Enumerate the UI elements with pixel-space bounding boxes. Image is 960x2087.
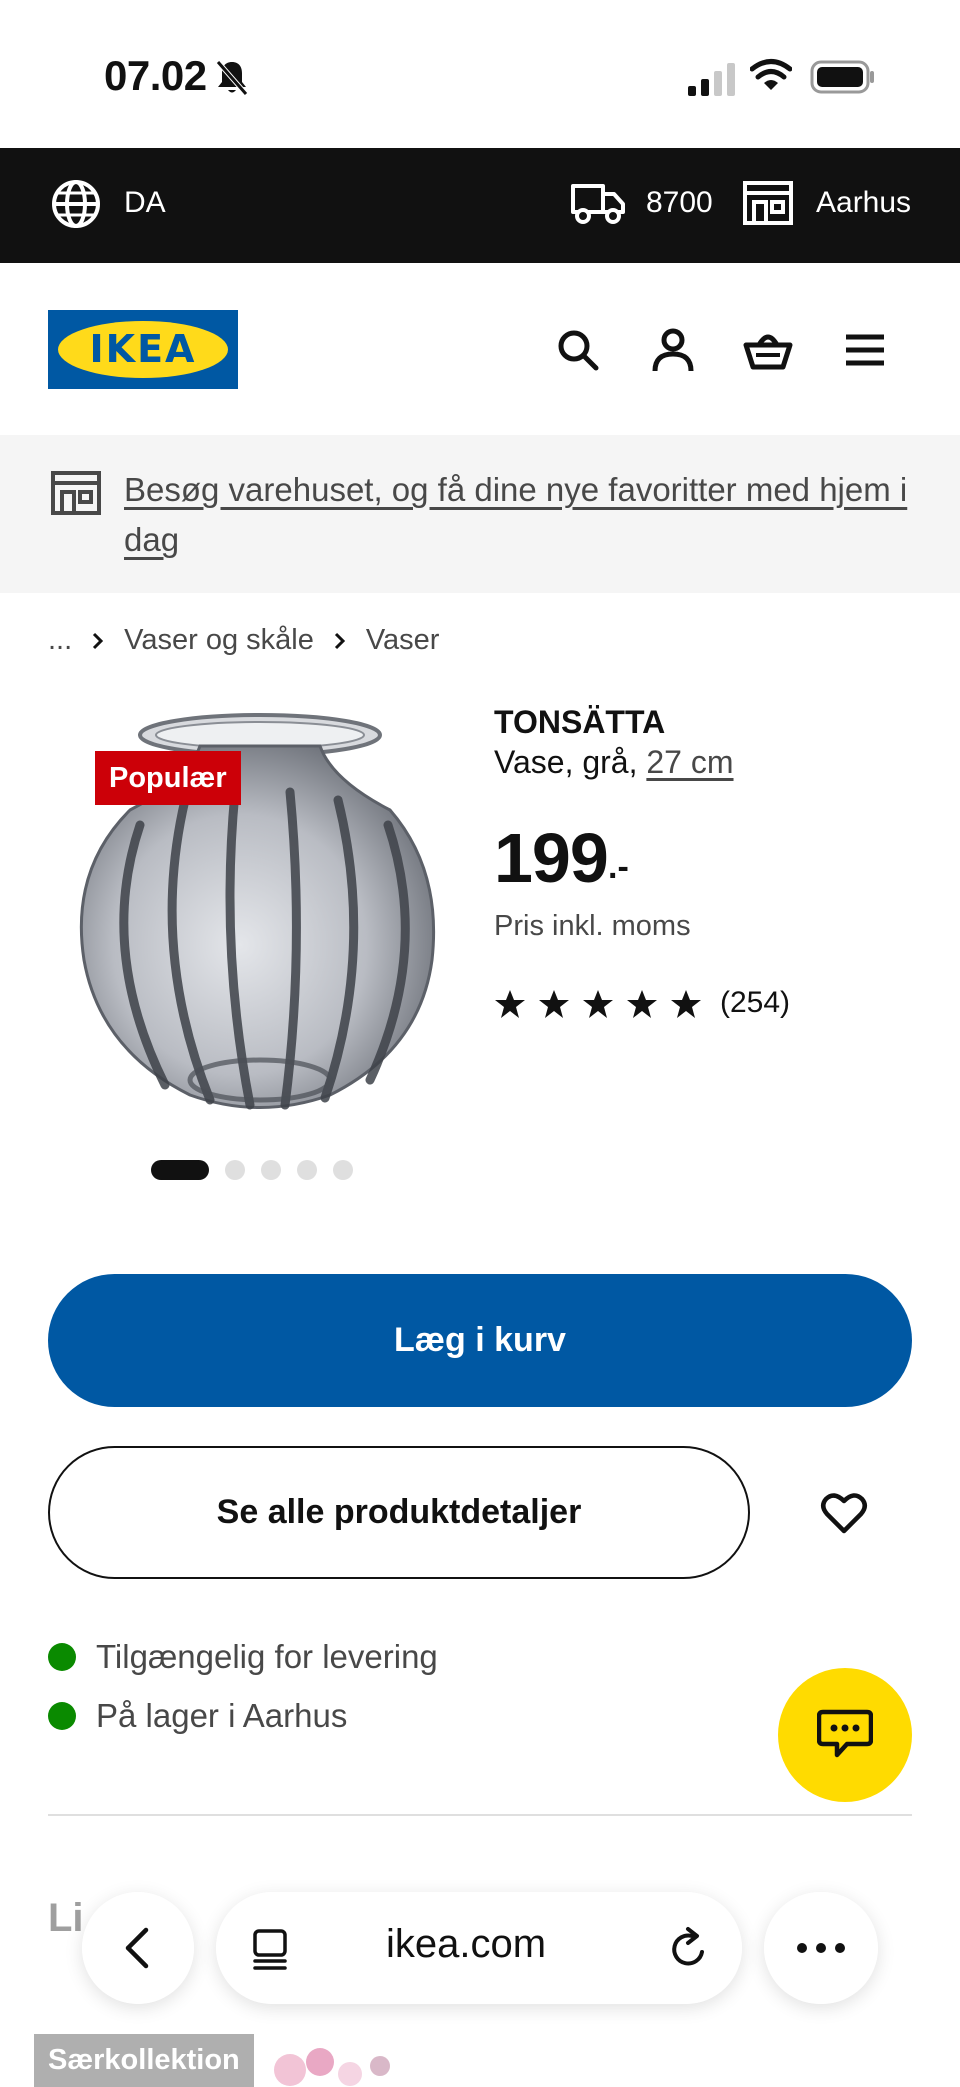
breadcrumb-item[interactable]: Vaser og skåle <box>124 624 314 657</box>
battery-icon <box>810 60 874 94</box>
carousel-dot[interactable] <box>297 1160 317 1180</box>
rating-stars[interactable] <box>494 988 702 1020</box>
status-bar: 07.02 <box>0 0 960 148</box>
browser-url[interactable]: ikea.com <box>316 1922 616 1967</box>
product-name: TONSÄTTA <box>494 704 666 740</box>
product-description: Vase, grå, 27 cm <box>494 744 734 780</box>
star-icon <box>671 990 701 1018</box>
divider <box>48 1814 912 1816</box>
menu-icon[interactable] <box>840 325 890 375</box>
store-icon[interactable] <box>742 180 794 226</box>
store-visit-link[interactable]: Besøg varehuset, og få dine nye favoritt… <box>124 465 914 565</box>
add-to-cart-button[interactable]: Læg i kurv <box>48 1274 912 1407</box>
language-selector[interactable]: DA <box>124 186 166 220</box>
special-collection-badge: Særkollektion <box>34 2034 254 2087</box>
more-dots-icon <box>797 1943 845 1953</box>
status-time: 07.02 <box>104 52 207 99</box>
browser-address-bar[interactable]: ikea.com <box>216 1892 742 2004</box>
product-thumbnail[interactable] <box>250 2040 420 2087</box>
breadcrumb-ellipsis[interactable]: ... <box>48 624 72 657</box>
top-info-bar: DA 8700 Aarhus <box>0 148 960 263</box>
carousel-dot[interactable] <box>225 1160 245 1180</box>
breadcrumb-item[interactable]: Vaser <box>366 624 440 657</box>
chevron-right-icon <box>93 632 104 649</box>
section-title: Li <box>48 1896 84 1940</box>
wifi-icon <box>750 59 792 90</box>
chat-button[interactable] <box>778 1668 912 1802</box>
account-icon[interactable] <box>648 325 698 375</box>
status-dot-green <box>48 1643 76 1671</box>
chevron-right-icon <box>334 632 345 649</box>
product-details-button[interactable]: Se alle produktdetaljer <box>48 1446 750 1579</box>
search-icon[interactable] <box>553 325 603 375</box>
bell-muted-icon <box>216 60 248 96</box>
availability-delivery: Tilgængelig for levering <box>48 1638 438 1676</box>
postal-code[interactable]: 8700 <box>646 186 713 220</box>
status-dot-green <box>48 1702 76 1730</box>
star-icon <box>627 990 657 1018</box>
price-suffix: .- <box>608 848 629 886</box>
carousel-dot[interactable] <box>261 1160 281 1180</box>
product-price: 199 <box>494 819 609 897</box>
browser-more-button[interactable] <box>764 1892 878 2004</box>
delivery-truck-icon[interactable] <box>570 180 626 226</box>
star-icon <box>495 990 525 1018</box>
globe-icon[interactable] <box>50 178 102 230</box>
basket-icon[interactable] <box>743 325 793 375</box>
cellular-signal-icon <box>688 63 735 96</box>
reload-icon[interactable] <box>668 1926 710 1970</box>
store-name[interactable]: Aarhus <box>816 186 911 220</box>
chat-icon <box>817 1709 873 1758</box>
availability-store[interactable]: På lager i Aarhus <box>48 1697 347 1735</box>
popular-badge: Populær <box>95 751 241 805</box>
carousel-dot[interactable] <box>333 1160 353 1180</box>
price-note: Pris inkl. moms <box>494 910 691 942</box>
star-icon <box>583 990 613 1018</box>
carousel-dot[interactable] <box>151 1160 209 1180</box>
browser-back-button[interactable] <box>82 1892 194 2004</box>
star-icon <box>539 990 569 1018</box>
breadcrumb: ... Vaser og skåle Vaser <box>48 624 439 657</box>
heart-icon[interactable] <box>820 1490 868 1536</box>
store-icon <box>51 471 101 515</box>
review-count[interactable]: (254) <box>720 986 790 1020</box>
chevron-left-icon <box>125 1927 149 1969</box>
image-carousel-indicator <box>151 1160 353 1180</box>
store-visit-banner: Besøg varehuset, og få dine nye favoritt… <box>0 435 960 593</box>
site-header: IKEA <box>0 263 960 435</box>
product-size-link[interactable]: 27 cm <box>646 744 733 780</box>
ikea-logo[interactable]: IKEA <box>48 310 238 389</box>
tabs-icon[interactable] <box>250 1928 290 1970</box>
